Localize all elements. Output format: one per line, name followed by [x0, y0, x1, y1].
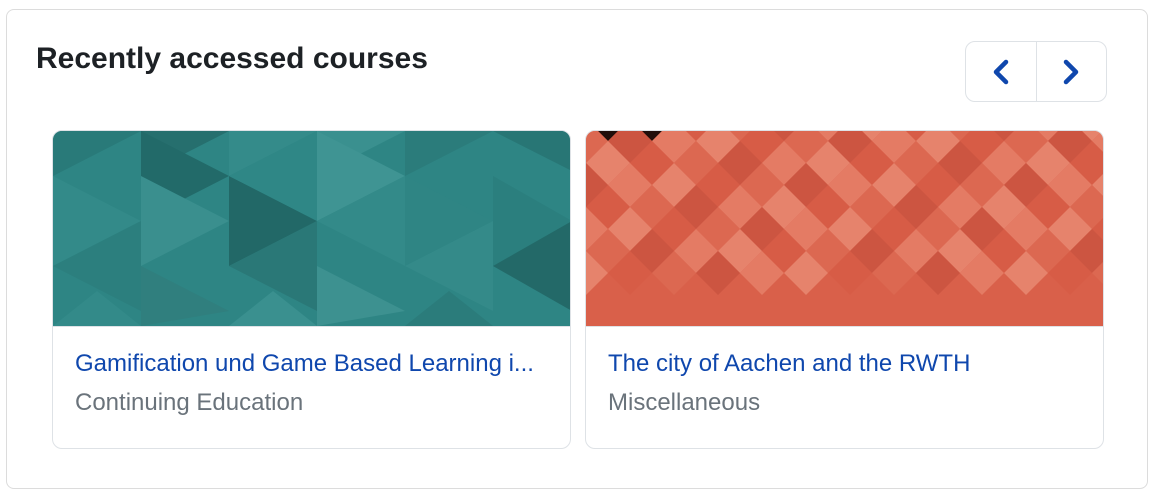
course-image-link[interactable] — [586, 131, 1103, 327]
chevron-left-icon — [993, 59, 1008, 84]
course-name-link[interactable]: Gamification und Game Based Learning i..… — [75, 349, 558, 379]
course-card-body: Gamification und Game Based Learning i..… — [75, 349, 558, 418]
previous-page-button[interactable] — [966, 42, 1036, 101]
course-category: Continuing Education — [75, 389, 304, 416]
next-page-button[interactable] — [1035, 42, 1107, 101]
course-image-pattern — [53, 131, 570, 326]
course-image-link[interactable] — [53, 131, 570, 327]
chevron-right-icon — [1064, 59, 1079, 84]
recently-accessed-courses-block: Recently accessed courses Gamification u… — [6, 9, 1148, 489]
paging-controls — [965, 41, 1107, 102]
course-card-body: The city of Aachen and the RWTH Miscella… — [608, 349, 1091, 418]
course-image-pattern — [586, 131, 1103, 326]
course-category: Miscellaneous — [608, 389, 761, 416]
course-card: Gamification und Game Based Learning i..… — [52, 130, 571, 449]
block-title: Recently accessed courses — [36, 42, 428, 75]
course-card: The city of Aachen and the RWTH Miscella… — [585, 130, 1104, 449]
course-name-link[interactable]: The city of Aachen and the RWTH — [608, 349, 1091, 379]
